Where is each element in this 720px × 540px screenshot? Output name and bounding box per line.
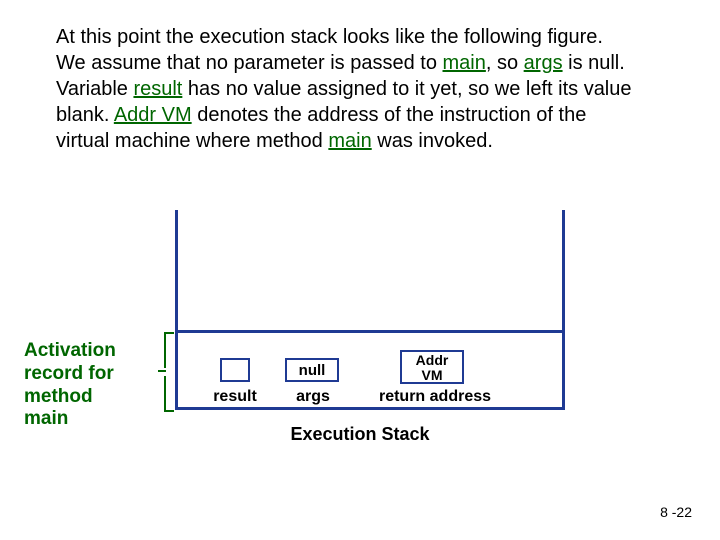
activation-line-3: method — [24, 386, 93, 407]
stack-container: null Addr VM result args return address — [175, 210, 565, 410]
execution-stack-diagram: null Addr VM result args return address — [175, 210, 565, 410]
description-paragraph: At this point the execution stack looks … — [56, 24, 636, 154]
addr-line-1: Addr — [416, 352, 449, 368]
slide: At this point the execution stack looks … — [0, 0, 720, 540]
activation-record-divider — [175, 330, 565, 333]
args-label: args — [291, 388, 335, 406]
keyword-args: args — [524, 52, 563, 74]
result-cell — [220, 358, 250, 382]
page-number: 8 -22 — [660, 504, 692, 520]
text-2: , so — [486, 52, 524, 74]
stack-border-right — [562, 210, 565, 410]
text-6: was invoked. — [372, 130, 493, 152]
keyword-main-1: main — [443, 52, 486, 74]
execution-stack-label: Execution Stack — [270, 424, 450, 445]
activation-line-2: record for — [24, 363, 114, 384]
keyword-addr-vm: Addr VM — [114, 104, 192, 126]
keyword-result: result — [133, 78, 182, 100]
return-address-label: return address — [365, 388, 505, 406]
activation-record-label: Activation record for method main — [24, 340, 164, 431]
activation-line-4: main — [24, 408, 68, 429]
return-address-cell: Addr VM — [400, 350, 464, 384]
activation-line-1: Activation — [24, 340, 116, 361]
addr-value: Addr VM — [402, 353, 462, 384]
keyword-main-2: main — [328, 130, 371, 152]
args-cell: null — [285, 358, 339, 382]
stack-border-bottom — [175, 407, 565, 410]
stack-border-left — [175, 210, 178, 410]
bracket-icon — [160, 332, 174, 412]
addr-line-2: VM — [422, 367, 443, 383]
result-label: result — [207, 388, 263, 406]
args-value: null — [287, 362, 337, 379]
